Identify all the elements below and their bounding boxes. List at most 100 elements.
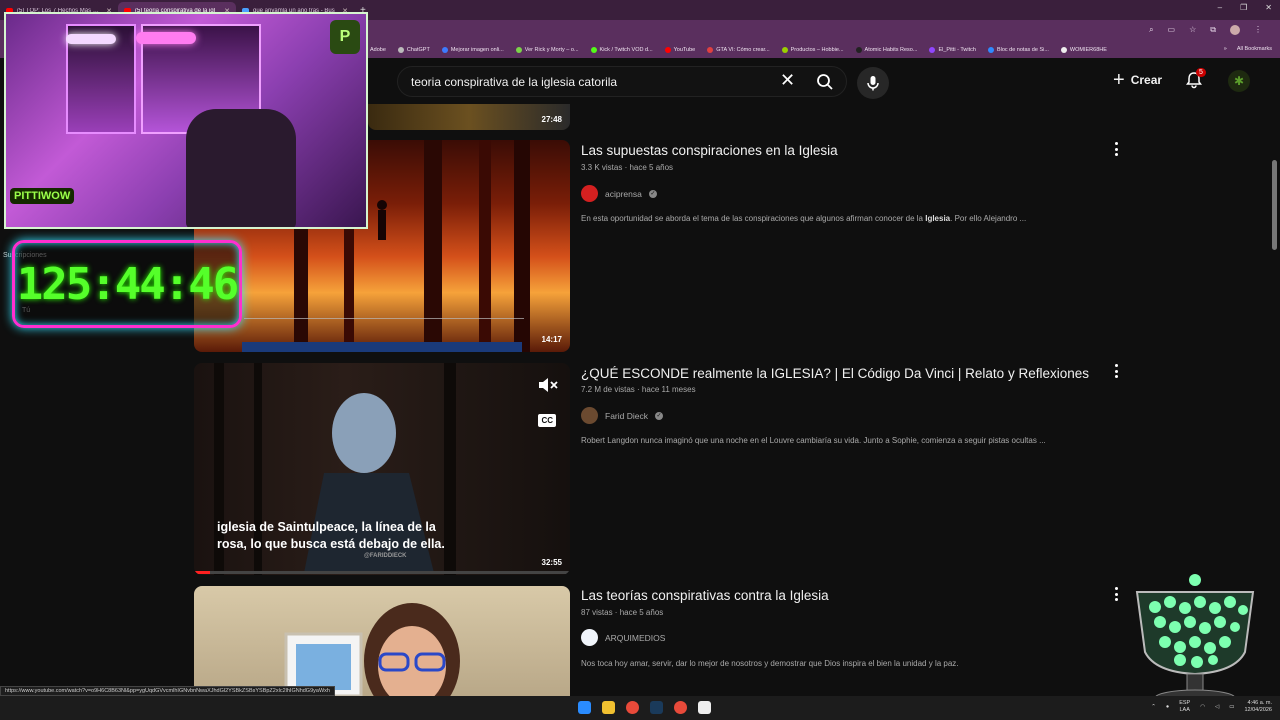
account-avatar[interactable]: ✱ <box>1228 70 1250 92</box>
wifi-icon[interactable]: ◠ <box>1200 704 1205 710</box>
video-thumbnail[interactable]: 27:48 <box>368 104 570 130</box>
tray-app-icon[interactable]: ● <box>1166 704 1169 710</box>
bookmark-item[interactable]: Adobe <box>370 47 386 53</box>
gaming-chair <box>186 109 296 227</box>
create-button[interactable]: + Crear <box>1113 69 1163 91</box>
upload-age: hace 5 años <box>619 608 664 617</box>
woman-speaking-illustration <box>284 603 460 696</box>
more-actions-button[interactable] <box>1111 142 1121 156</box>
voice-search-button[interactable] <box>857 67 889 99</box>
site-icon <box>781 47 788 53</box>
zoom-icon[interactable]: ⌕ <box>1149 25 1153 35</box>
video-description: Robert Langdon nunca imaginó que una noc… <box>581 436 1046 445</box>
battery-icon[interactable]: ▭ <box>1229 704 1234 710</box>
video-description: En esta oportunidad se aborda el tema de… <box>581 214 1027 223</box>
site-icon <box>441 47 448 53</box>
channel-avatar <box>581 407 598 424</box>
bookmark-item[interactable]: Kick / Twitch VOD d... <box>590 47 653 53</box>
file-explorer-icon[interactable] <box>602 701 615 714</box>
profile-avatar[interactable] <box>1230 25 1240 35</box>
extensions-icon[interactable]: ⧉ <box>1210 25 1216 35</box>
search-button[interactable] <box>805 68 845 96</box>
neon-sign <box>136 32 196 44</box>
channel-name: Farid Dieck <box>605 410 648 421</box>
streamer-logo: PITTIWOW <box>10 188 75 204</box>
bookmark-item[interactable]: El_Pitti - Twitch <box>929 47 976 53</box>
bookmark-item[interactable]: Productos – Hobbie... <box>781 47 844 53</box>
onedrive-icon <box>987 47 994 53</box>
search-box[interactable]: teoria conspirativa de la iglesia catori… <box>397 66 847 97</box>
minimize-button[interactable]: – <box>1218 3 1222 12</box>
start-windows-icon[interactable] <box>578 701 591 714</box>
channel-name: aciprensa <box>605 188 642 199</box>
video-description: Nos toca hoy amar, servir, dar lo mejor … <box>581 659 959 668</box>
toolbar-icons: ⌕ ▭ ☆ ⧉ ⋮ <box>1149 25 1262 35</box>
bookmark-item[interactable]: Mejorar imagen onli... <box>441 47 504 53</box>
notification-count-badge: 5 <box>1196 68 1206 77</box>
more-actions-button[interactable] <box>1111 587 1121 601</box>
page-scrollbar[interactable] <box>1272 160 1277 250</box>
site-icon <box>707 47 714 53</box>
jar-overlay <box>1135 574 1255 707</box>
mute-button[interactable] <box>538 377 558 393</box>
clock[interactable]: 4:46 a. m. 12/04/2026 <box>1244 700 1272 714</box>
bookmark-item[interactable]: Atomic Habits Reso... <box>855 47 917 53</box>
kick-icon <box>590 47 597 53</box>
system-tray: ⌃ ● ESP LAA ◠ ◁ ▭ 4:46 a. m. 12/04/2026 <box>1151 700 1272 714</box>
subathon-timer: 125:44:46 <box>12 240 242 328</box>
bookmark-item[interactable]: GTA VI: Cómo crear... <box>707 47 770 53</box>
video-title[interactable]: ¿QUÉ ESCONDE realmente la IGLESIA? | El … <box>581 366 1089 381</box>
youtube-icon <box>664 47 671 53</box>
all-bookmarks-button[interactable]: All Bookmarks <box>1237 46 1272 52</box>
search-icon <box>817 74 833 90</box>
video-title[interactable]: Las teorías conspirativas contra la Igle… <box>581 588 829 603</box>
video-thumbnail[interactable]: iglesia de Saintulpeace, la línea de la … <box>194 363 570 575</box>
verified-icon: ✓ <box>654 411 663 420</box>
channel-link[interactable]: aciprensa ✓ <box>581 185 657 202</box>
duration-badge: 32:55 <box>541 558 562 567</box>
chatgpt-icon <box>397 47 404 53</box>
duration-badge: 27:48 <box>541 115 562 124</box>
steam-icon[interactable] <box>650 701 663 714</box>
plus-icon: + <box>1113 69 1125 91</box>
volume-icon[interactable]: ◁ <box>1215 704 1219 710</box>
captions-button[interactable]: CC <box>538 414 556 427</box>
video-thumbnail[interactable] <box>194 586 570 696</box>
channel-link[interactable]: Farid Dieck ✓ <box>581 407 663 424</box>
notifications-button[interactable]: 5 <box>1185 68 1206 91</box>
neon-sign <box>66 34 116 44</box>
app-icon[interactable] <box>698 701 711 714</box>
more-actions-button[interactable] <box>1111 364 1121 378</box>
chrome-icon[interactable] <box>626 701 639 714</box>
video-meta: 87 vistas · hace 5 años <box>581 608 664 617</box>
site-icon <box>1060 47 1067 53</box>
channel-link[interactable]: ARQUIMEDIOS <box>581 629 665 646</box>
more-bookmarks-button[interactable]: » <box>1224 46 1227 52</box>
bookmark-item[interactable]: YouTube <box>664 47 695 53</box>
duration-badge: 14:17 <box>541 335 562 344</box>
cast-icon[interactable]: ▭ <box>1168 25 1176 35</box>
create-label: Crear <box>1130 73 1163 87</box>
bookmark-item[interactable]: ChatGPT <box>397 47 430 53</box>
video-meta: 7.2 M de vistas · hace 11 meses <box>581 385 696 394</box>
chrome-icon[interactable] <box>674 701 687 714</box>
bookmark-item[interactable]: Ver Rick y Morty – o... <box>515 47 579 53</box>
video-title[interactable]: Las supuestas conspiraciones en la Igles… <box>581 143 838 158</box>
channel-avatar <box>581 629 598 646</box>
bookmark-item[interactable]: WOMIER68HE <box>1060 47 1107 53</box>
screen: (5) TOP: Los 7 Hechos Más Pert ✕ (5) teo… <box>0 0 1280 720</box>
microphone-icon <box>867 76 879 91</box>
language-indicator[interactable]: ESP LAA <box>1179 700 1190 714</box>
taskbar-apps <box>578 701 711 714</box>
clear-search-icon[interactable]: ✕ <box>780 70 795 91</box>
maximize-button[interactable]: ❐ <box>1240 3 1247 12</box>
view-count: 87 vistas <box>581 608 613 617</box>
bookmark-star-icon[interactable]: ☆ <box>1189 25 1196 35</box>
bookmark-item[interactable]: Bloc de notas de Si... <box>987 47 1049 53</box>
menu-icon[interactable]: ⋮ <box>1254 25 1262 35</box>
channel-avatar <box>581 185 598 202</box>
site-icon <box>515 47 522 53</box>
tray-chevron-icon[interactable]: ⌃ <box>1151 704 1156 710</box>
close-window-button[interactable]: ✕ <box>1265 3 1272 12</box>
search-input[interactable]: teoria conspirativa de la iglesia catori… <box>411 75 617 89</box>
